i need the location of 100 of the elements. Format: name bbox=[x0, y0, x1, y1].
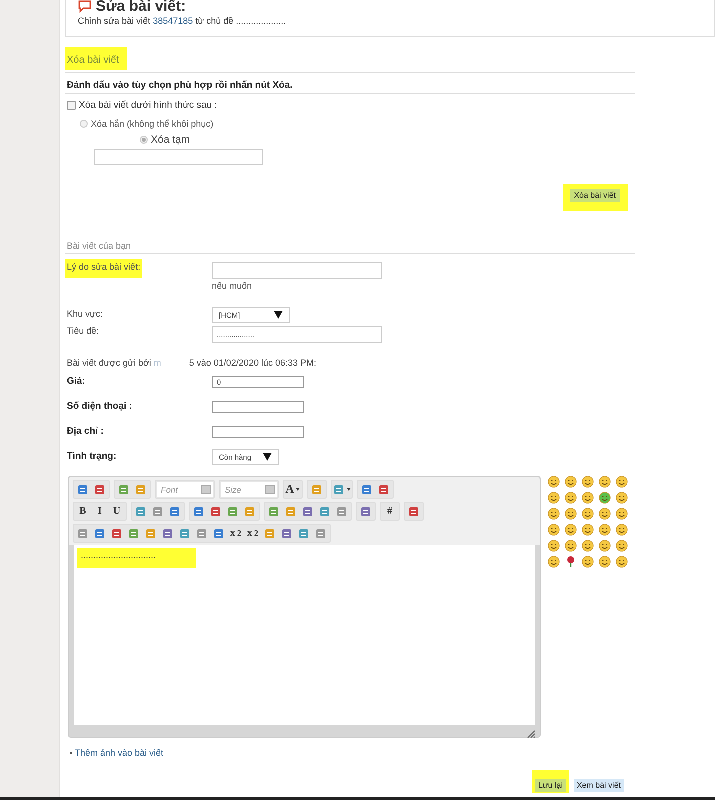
smiley-icon[interactable] bbox=[582, 492, 594, 504]
input-field[interactable] bbox=[212, 426, 304, 438]
toolbar-icon[interactable] bbox=[227, 506, 239, 518]
smiley-icon[interactable] bbox=[599, 508, 611, 520]
toolbar-icon[interactable] bbox=[360, 506, 372, 518]
caret-icon bbox=[296, 488, 300, 491]
smiley-icon[interactable] bbox=[616, 508, 628, 520]
radio-label: Xóa tạm bbox=[151, 134, 190, 146]
toolbar-icon[interactable] bbox=[281, 528, 293, 540]
smiley-icon[interactable] bbox=[599, 492, 611, 504]
smiley-icon[interactable] bbox=[548, 476, 560, 488]
field-label: Số điện thoại : bbox=[67, 401, 134, 412]
editor-text: .............................. bbox=[77, 548, 196, 568]
toolbar-icon[interactable] bbox=[162, 528, 174, 540]
caret-icon bbox=[347, 488, 351, 491]
smiley-icon[interactable] bbox=[599, 524, 611, 536]
toolbar-icon[interactable] bbox=[361, 484, 373, 496]
checkbox-label: Xóa bài viết dưới hình thức sau : bbox=[79, 100, 218, 111]
toolbar-icon[interactable] bbox=[333, 484, 345, 496]
add-image-link[interactable]: Thêm ảnh vào bài viết bbox=[75, 748, 164, 758]
toolbar-icon[interactable] bbox=[315, 528, 327, 540]
editor-text-area[interactable]: .............................. bbox=[74, 545, 535, 725]
checkbox[interactable] bbox=[67, 101, 76, 110]
field-label: Khu vực: bbox=[67, 308, 104, 319]
toolbar-button[interactable]: B bbox=[75, 504, 91, 519]
toolbar-button[interactable]: U bbox=[109, 504, 125, 519]
smiley-icon[interactable] bbox=[599, 540, 611, 552]
save-button[interactable]: Lưu lại bbox=[535, 779, 566, 792]
toolbar-icon[interactable] bbox=[319, 506, 331, 518]
toolbar-icon[interactable] bbox=[77, 528, 89, 540]
dropdown-arrow-icon bbox=[274, 311, 283, 319]
toolbar-icon[interactable] bbox=[94, 484, 106, 496]
post-id-link[interactable]: 38547185 bbox=[153, 16, 194, 26]
toolbar-icon[interactable] bbox=[408, 506, 420, 518]
toolbar-icon[interactable] bbox=[336, 506, 348, 518]
smiley-icon[interactable] bbox=[565, 508, 577, 520]
toolbar-icon[interactable] bbox=[378, 484, 390, 496]
toolbar-icon[interactable] bbox=[196, 528, 208, 540]
toolbar-button[interactable]: I bbox=[92, 504, 108, 519]
smiley-icon[interactable] bbox=[548, 524, 560, 536]
toolbar-icon[interactable] bbox=[302, 506, 314, 518]
preview-button[interactable]: Xem bài viết bbox=[574, 779, 624, 792]
smiley-icon[interactable] bbox=[565, 540, 577, 552]
instruction-text: Đánh dấu vào tùy chọn phù hợp rồi nhấn nút Xóa. bbox=[65, 73, 635, 94]
toolbar-icon[interactable] bbox=[210, 506, 222, 518]
smiley-icon[interactable] bbox=[548, 508, 560, 520]
toolbar-icon[interactable] bbox=[285, 506, 297, 518]
toolbar-icon[interactable] bbox=[311, 484, 323, 496]
toolbar-icon[interactable] bbox=[145, 528, 157, 540]
radio-button[interactable] bbox=[140, 136, 148, 144]
toolbar-icon[interactable] bbox=[135, 484, 147, 496]
smiley-icon[interactable] bbox=[565, 524, 577, 536]
rose-icon[interactable] bbox=[565, 556, 577, 568]
page-subtitle: Chỉnh sửa bài viết 38547185 từ chủ đề .................... bbox=[78, 16, 288, 26]
toolbar-icon[interactable] bbox=[94, 528, 106, 540]
toolbar-icon[interactable] bbox=[268, 506, 280, 518]
field-label: Địa chỉ : bbox=[67, 426, 105, 437]
toolbar-icon[interactable] bbox=[244, 506, 256, 518]
radio-button[interactable] bbox=[80, 120, 88, 128]
toolbar-icon[interactable] bbox=[128, 528, 140, 540]
field-label: Tình trạng: bbox=[67, 451, 118, 462]
toolbar-icon[interactable] bbox=[111, 528, 123, 540]
smiley-icon[interactable] bbox=[616, 540, 628, 552]
field-label: Tiêu đề: bbox=[67, 326, 100, 336]
smiley-icon[interactable] bbox=[565, 476, 577, 488]
toolbar-icon[interactable] bbox=[179, 528, 191, 540]
delete-post-button[interactable]: Xóa bài viết bbox=[570, 189, 620, 202]
field-label: Lý do sửa bài viết: bbox=[66, 262, 141, 272]
smiley-icon[interactable] bbox=[616, 524, 628, 536]
toolbar-icon[interactable] bbox=[169, 506, 181, 518]
toolbar-icon[interactable] bbox=[193, 506, 205, 518]
smiley-icon[interactable] bbox=[582, 556, 594, 568]
smiley-icon[interactable] bbox=[599, 556, 611, 568]
field-hint: nếu muốn bbox=[212, 281, 254, 291]
radio-label: Xóa hẳn (không thể khôi phục) bbox=[91, 119, 214, 129]
smiley-icon[interactable] bbox=[548, 492, 560, 504]
toolbar-icon[interactable] bbox=[135, 506, 147, 518]
smiley-icon[interactable] bbox=[616, 556, 628, 568]
resize-handle-icon[interactable] bbox=[527, 730, 536, 739]
field-label: Giá: bbox=[67, 376, 86, 387]
smiley-icon[interactable] bbox=[616, 492, 628, 504]
smiley-icon[interactable] bbox=[582, 524, 594, 536]
smiley-icon[interactable] bbox=[565, 492, 577, 504]
smiley-icon[interactable] bbox=[548, 556, 560, 568]
toolbar-button[interactable]: # bbox=[382, 504, 398, 519]
toolbar-icon[interactable] bbox=[264, 528, 276, 540]
toolbar-icon[interactable] bbox=[152, 506, 164, 518]
smiley-icon[interactable] bbox=[582, 540, 594, 552]
toolbar-icon[interactable] bbox=[298, 528, 310, 540]
toolbar-icon[interactable] bbox=[213, 528, 225, 540]
smiley-icon[interactable] bbox=[616, 476, 628, 488]
smiley-icon[interactable] bbox=[548, 540, 560, 552]
toolbar-icon[interactable] bbox=[77, 484, 89, 496]
input-field[interactable] bbox=[94, 149, 263, 165]
smiley-icon[interactable] bbox=[599, 476, 611, 488]
smiley-icon[interactable] bbox=[582, 508, 594, 520]
toolbar-icon[interactable] bbox=[118, 484, 130, 496]
smiley-icon[interactable] bbox=[582, 476, 594, 488]
input-field[interactable] bbox=[212, 262, 382, 279]
input-field[interactable] bbox=[212, 401, 304, 413]
